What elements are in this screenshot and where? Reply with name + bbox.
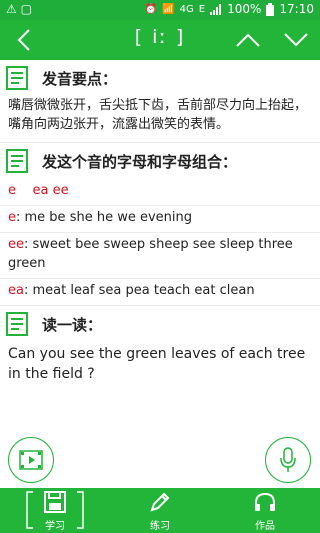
- letters-header: 发这个音的字母和字母组合：: [0, 143, 320, 179]
- nav-practice-label: 练习: [150, 521, 170, 532]
- letter-row: ea: meat leaf sea pea teach eat clean: [0, 278, 320, 305]
- wifi-icon: 📶: [162, 3, 175, 15]
- reading-header: 读一读：: [0, 306, 320, 342]
- previous-button[interactable]: [232, 24, 264, 56]
- alarm-icon: ⏰: [144, 3, 158, 15]
- letters-section: 发这个音的字母和字母组合： e ea ee e: me be she he we…: [0, 143, 320, 306]
- letter-key: ea: [8, 283, 24, 298]
- letter-words: : meat leaf sea pea teach eat clean: [23, 283, 255, 298]
- reading-title: 读一读：: [42, 315, 103, 334]
- letter-key: ee: [8, 237, 24, 252]
- notification-icons: ⚠ ▢: [6, 2, 32, 16]
- bottom-nav: 学习 练习 作品: [0, 488, 320, 533]
- pronunciation-text: 嘴唇微微张开，舌尖抵下齿，舌前部尽力向上抬起，嘴角向两边张开，流露出微笑的表情。: [8, 98, 308, 132]
- letter-row: ee: sweet bee sweep sheep see sleep thre…: [0, 232, 320, 278]
- lesson-content: 发音要点： 嘴唇微微张开，舌尖抵下齿，舌前部尽力向上抬起，嘴角向两边张开，流露出…: [0, 60, 320, 392]
- letter-words: : sweet bee sweep sheep see sleep three …: [8, 237, 293, 271]
- letters-title: 发这个音的字母和字母组合：: [42, 152, 238, 171]
- letter-key: e: [8, 210, 16, 225]
- clock: 17:10: [279, 2, 314, 16]
- pronunciation-header: 发音要点：: [0, 60, 320, 96]
- battery-percent: 100%: [227, 2, 262, 16]
- nav-works[interactable]: 作品: [230, 488, 300, 533]
- reading-section: 读一读： Can you see the green leaves of eac…: [0, 306, 320, 392]
- nav-practice[interactable]: 练习: [125, 488, 195, 533]
- pencil-icon: [150, 492, 170, 512]
- floppy-disk-icon: [44, 491, 66, 513]
- microphone-icon: [280, 447, 296, 472]
- chevron-up-icon: [236, 33, 260, 47]
- pronunciation-section: 发音要点： 嘴唇微微张开，舌尖抵下齿，舌前部尽力向上抬起，嘴角向两边张开，流露出…: [0, 60, 320, 143]
- letters-summary: e ea ee: [8, 183, 69, 198]
- nav-learn[interactable]: 学习: [20, 488, 90, 533]
- status-right: ⏰ 📶 4G E 100% 17:10: [145, 2, 314, 16]
- headphones-icon: [255, 492, 275, 511]
- reading-text: Can you see the green leaves of each tre…: [8, 346, 306, 382]
- pronunciation-title: 发音要点：: [42, 69, 118, 88]
- battery-icon: [266, 2, 275, 16]
- status-bar: ⚠ ▢ ⏰ 📶 4G E 100% 17:10: [0, 0, 320, 20]
- document-icon: [6, 66, 28, 90]
- letter-words: : me be she he we evening: [16, 210, 192, 225]
- network-extra: E: [198, 3, 206, 15]
- signal-icon: [210, 3, 222, 15]
- video-button[interactable]: [8, 437, 54, 483]
- next-button[interactable]: [280, 24, 312, 56]
- video-icon: [19, 450, 43, 470]
- network-type: 4G: [179, 3, 194, 15]
- letter-row: e: me be she he we evening: [0, 205, 320, 232]
- chevron-down-icon: [284, 33, 308, 47]
- document-icon: [6, 312, 28, 336]
- nav-learn-label: 学习: [45, 521, 65, 532]
- phoneme-title: [ iː ]: [134, 26, 186, 48]
- document-icon: [6, 149, 28, 173]
- record-button[interactable]: [265, 437, 311, 483]
- nav-works-label: 作品: [255, 521, 275, 532]
- top-bar: [ iː ]: [0, 20, 320, 60]
